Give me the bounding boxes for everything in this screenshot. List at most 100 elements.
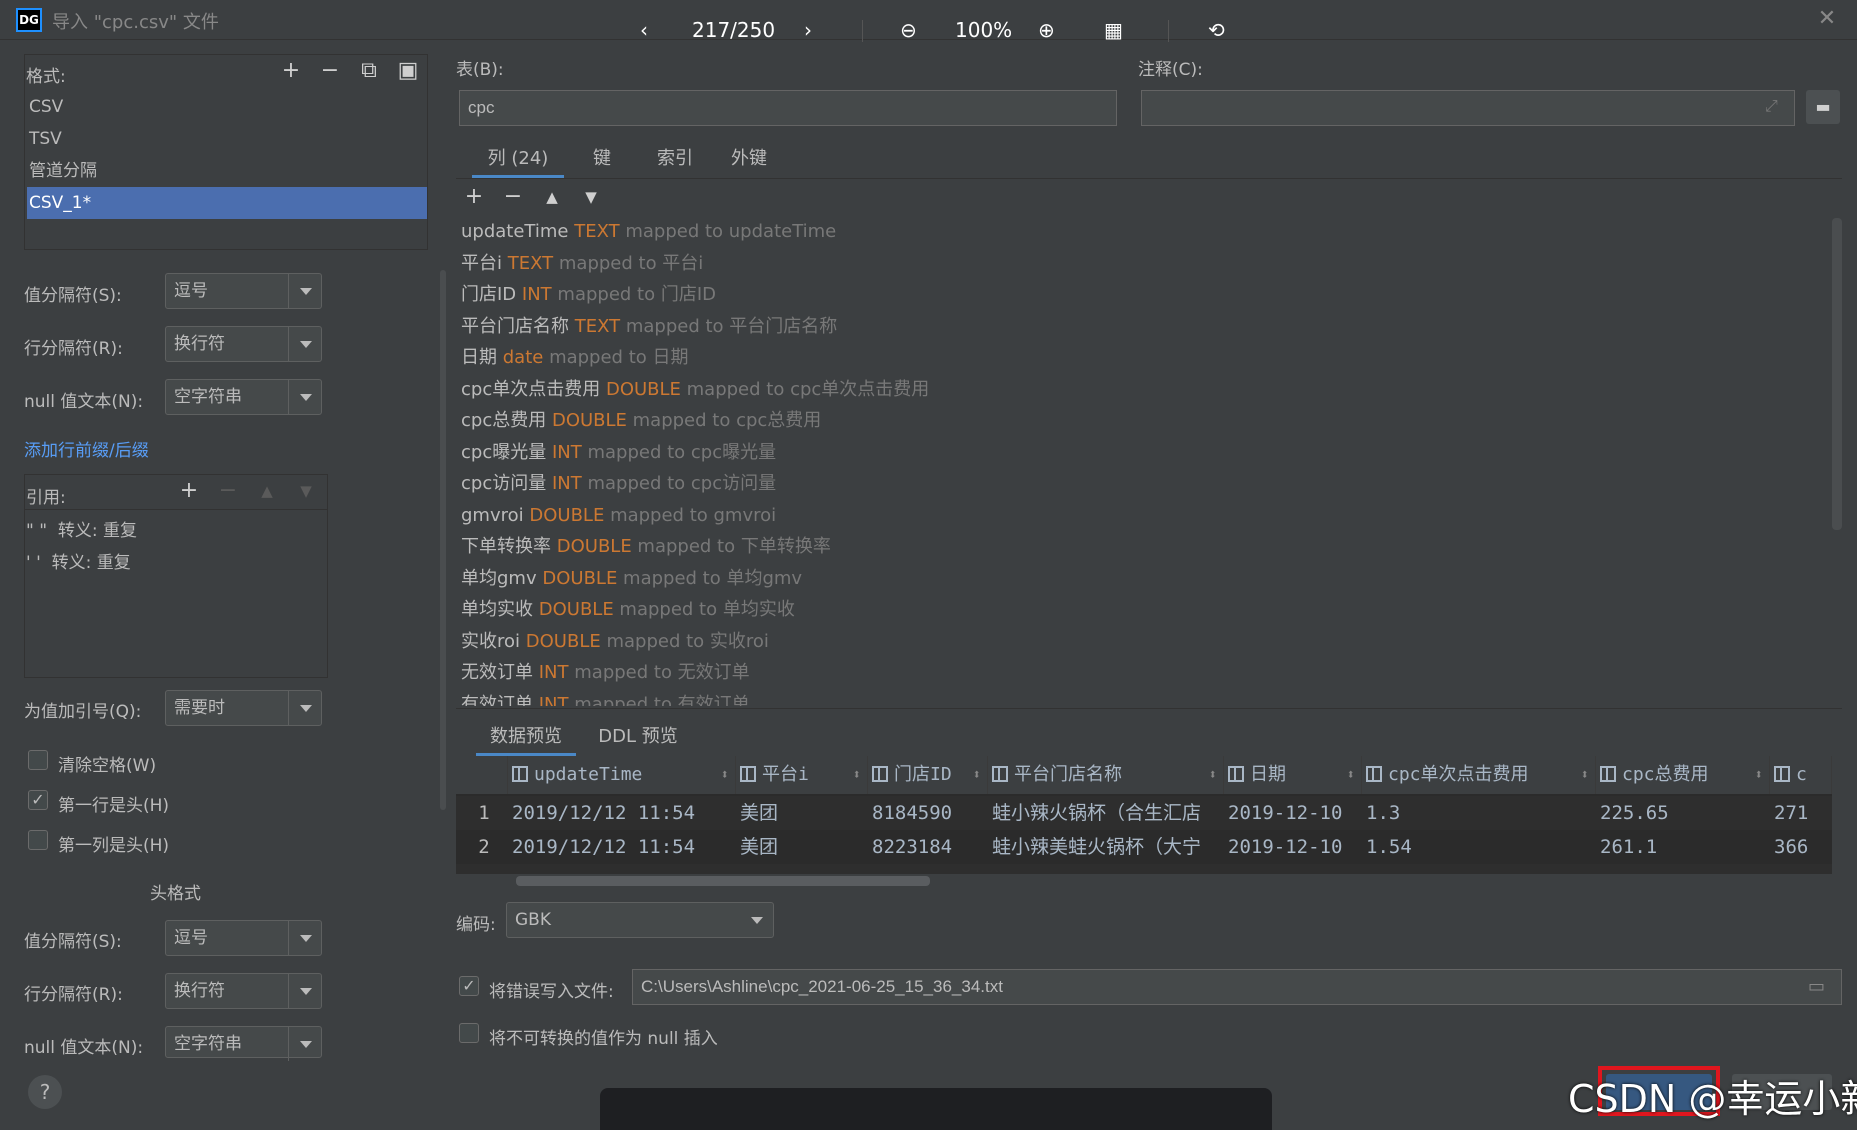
grid-column-header[interactable]: 门店ID ⬍: [868, 756, 988, 794]
column-name: 日期: [461, 347, 497, 368]
column-row[interactable]: 日期 date mapped to 日期: [461, 342, 689, 373]
grid-cell[interactable]: 1.3: [1362, 796, 1596, 830]
columns-scrollbar[interactable]: [1832, 218, 1842, 530]
grid-cell[interactable]: 8184590: [868, 796, 988, 830]
tab-columns[interactable]: 列 (24): [472, 140, 564, 178]
move-down-icon[interactable]: ▼: [578, 184, 604, 210]
grid-cell[interactable]: 2019/12/12 11:54: [508, 796, 736, 830]
zoom-out-icon[interactable]: ⊖: [900, 18, 917, 42]
quote-item[interactable]: " " 转义: 重复: [26, 516, 137, 541]
table-name-input[interactable]: [459, 90, 1117, 126]
sort-icon[interactable]: ⬍: [1755, 756, 1763, 794]
column-row[interactable]: cpc访问量 INT mapped to cpc访问量: [461, 468, 776, 499]
row-separator-select[interactable]: 换行符: [165, 326, 322, 362]
sort-icon[interactable]: ⬍: [721, 756, 729, 794]
grid-column-header[interactable]: updateTime ⬍: [508, 756, 736, 794]
sort-icon[interactable]: ⬍: [1347, 756, 1355, 794]
folder-icon[interactable]: ▭: [1808, 976, 1825, 997]
table-column-icon: [1774, 766, 1790, 782]
format-item-pipe[interactable]: 管道分隔: [27, 155, 427, 187]
sort-icon[interactable]: ⬍: [973, 756, 981, 794]
expand-icon[interactable]: ⤢: [1765, 96, 1778, 116]
null-insert-checkbox[interactable]: [459, 1023, 479, 1043]
grid-cell[interactable]: 8223184: [868, 830, 988, 864]
grid-cell[interactable]: 2019-12-10: [1224, 796, 1362, 830]
grid-cell[interactable]: 蛙小辣火锅杯（合生汇店: [988, 796, 1224, 830]
column-row[interactable]: updateTime TEXT mapped to updateTime: [461, 216, 836, 247]
column-row[interactable]: gmvroi DOUBLE mapped to gmvroi: [461, 500, 776, 531]
column-row[interactable]: 门店ID INT mapped to 门店ID: [461, 279, 716, 310]
grid-cell[interactable]: 225.65: [1596, 796, 1770, 830]
value-separator-select[interactable]: 逗号: [165, 273, 322, 309]
prev-page-icon[interactable]: ‹: [640, 18, 648, 42]
help-icon[interactable]: ?: [28, 1075, 62, 1109]
sort-icon[interactable]: ⬍: [1581, 756, 1589, 794]
column-row[interactable]: 有效订单 INT mapped to 有效订单: [461, 689, 750, 707]
comment-input[interactable]: [1141, 90, 1795, 126]
add-prefix-suffix-link[interactable]: 添加行前缀/后缀: [24, 436, 149, 461]
grid-column-header[interactable]: 日期 ⬍: [1224, 756, 1362, 794]
left-scrollbar[interactable]: [440, 270, 446, 810]
tab-indexes[interactable]: 索引: [650, 140, 700, 178]
column-row[interactable]: cpc单次点击费用 DOUBLE mapped to cpc单次点击费用: [461, 374, 929, 405]
quote-values-select[interactable]: 需要时: [165, 690, 322, 726]
grid-cell[interactable]: 2019/12/12 11:54: [508, 830, 736, 864]
column-row[interactable]: 实收roi DOUBLE mapped to 实收roi: [461, 626, 769, 657]
fit-screen-icon[interactable]: ▦: [1104, 18, 1123, 42]
grid-cell[interactable]: 美团: [736, 796, 868, 830]
column-name: 有效订单: [461, 693, 533, 707]
grid-column-header[interactable]: 平台门店名称 ⬍: [988, 756, 1224, 794]
first-row-header-checkbox[interactable]: ✓: [28, 790, 48, 810]
zoom-in-icon[interactable]: ⊕: [1038, 18, 1055, 42]
column-row[interactable]: 单均实收 DOUBLE mapped to 单均实收: [461, 594, 795, 625]
format-item-tsv[interactable]: TSV: [27, 123, 427, 155]
grid-column-header[interactable]: c: [1770, 756, 1832, 794]
column-mapping: mapped to 平台门店名称: [625, 315, 838, 337]
column-row[interactable]: 无效订单 INT mapped to 无效订单: [461, 657, 750, 688]
close-icon[interactable]: ✕: [1812, 4, 1842, 34]
tabs-divider: [456, 178, 1842, 179]
format-item-csv[interactable]: CSV: [27, 91, 427, 123]
grid-cell[interactable]: 2019-12-10: [1224, 830, 1362, 864]
tab-keys[interactable]: 键: [584, 140, 620, 178]
column-name: 下单转换率: [461, 536, 551, 557]
remove-column-icon[interactable]: −: [500, 184, 526, 210]
first-col-header-checkbox[interactable]: [28, 830, 48, 850]
grid-cell[interactable]: 1.54: [1362, 830, 1596, 864]
column-row[interactable]: 平台门店名称 TEXT mapped to 平台门店名称: [461, 311, 837, 342]
column-row[interactable]: cpc曝光量 INT mapped to cpc曝光量: [461, 437, 776, 468]
sort-icon[interactable]: ⬍: [1209, 756, 1217, 794]
column-row[interactable]: 下单转换率 DOUBLE mapped to 下单转换率: [461, 531, 831, 562]
grid-column-header[interactable]: cpc总费用 ⬍: [1596, 756, 1770, 794]
quote-item[interactable]: ' ' 转义: 重复: [26, 548, 131, 573]
grid-column-header[interactable]: cpc单次点击费用 ⬍: [1362, 756, 1596, 794]
tab-data-preview[interactable]: 数据预览: [476, 718, 576, 756]
trim-checkbox[interactable]: [28, 750, 48, 770]
grid-cell[interactable]: 271: [1770, 796, 1832, 830]
header-row-separator-select[interactable]: 换行符: [165, 973, 322, 1009]
error-file-path-input[interactable]: [632, 969, 1842, 1005]
grid-horizontal-scrollbar[interactable]: [516, 876, 930, 886]
encoding-select[interactable]: GBK: [506, 902, 774, 938]
grid-cell[interactable]: 蛙小辣美蛙火锅杯（大宁: [988, 830, 1224, 864]
add-column-icon[interactable]: +: [461, 184, 487, 210]
rotate-icon[interactable]: ⟲: [1208, 18, 1225, 42]
grid-column-header[interactable]: 平台i ⬍: [736, 756, 868, 794]
column-row[interactable]: 平台i TEXT mapped to 平台i: [461, 248, 703, 279]
header-value-separator-select[interactable]: 逗号: [165, 920, 322, 956]
grid-cell[interactable]: 261.1: [1596, 830, 1770, 864]
null-text-select[interactable]: 空字符串: [165, 379, 322, 415]
comment-bubble-icon[interactable]: ▬: [1806, 90, 1840, 124]
next-page-icon[interactable]: ›: [804, 18, 812, 42]
header-null-text-select[interactable]: 空字符串: [165, 1026, 322, 1061]
sort-icon[interactable]: ⬍: [853, 756, 861, 794]
tab-ddl-preview[interactable]: DDL 预览: [596, 718, 680, 756]
tab-foreign-keys[interactable]: 外键: [724, 140, 774, 178]
error-file-checkbox[interactable]: ✓: [459, 976, 479, 996]
format-item-csv1[interactable]: CSV_1*: [27, 187, 427, 219]
column-row[interactable]: cpc总费用 DOUBLE mapped to cpc总费用: [461, 405, 821, 436]
grid-cell[interactable]: 美团: [736, 830, 868, 864]
column-row[interactable]: 单均gmv DOUBLE mapped to 单均gmv: [461, 563, 802, 594]
move-up-icon[interactable]: ▲: [539, 184, 565, 210]
grid-cell[interactable]: 366: [1770, 830, 1832, 864]
